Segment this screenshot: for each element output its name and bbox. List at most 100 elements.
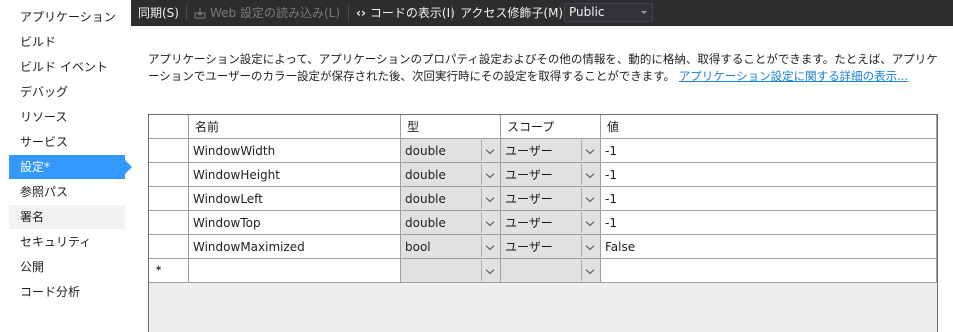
new-setting-type-combo[interactable]	[401, 259, 501, 283]
setting-scope-combo[interactable]: ユーザー	[501, 235, 601, 259]
view-code-label: コードの表示(I)	[369, 6, 455, 20]
sync-button-label: 同期(S)	[138, 6, 179, 20]
setting-value-cell[interactable]: -1	[601, 187, 937, 211]
chevron-down-icon[interactable]	[581, 260, 599, 281]
sidebar-item-label: セキュリティ	[20, 235, 92, 249]
sidebar-item-resources[interactable]: リソース	[9, 105, 125, 129]
setting-name-cell[interactable]: WindowMaximized	[189, 235, 401, 259]
chevron-down-icon	[641, 11, 647, 14]
setting-scope-value: ユーザー	[505, 144, 553, 158]
setting-value-cell[interactable]: -1	[601, 163, 937, 187]
setting-type-combo[interactable]: double	[401, 187, 501, 211]
setting-scope-value: ユーザー	[505, 192, 553, 206]
sidebar-item-label: ビルド イベント	[20, 60, 108, 74]
chevron-down-icon[interactable]	[481, 260, 499, 281]
setting-name-cell[interactable]: WindowLeft	[189, 187, 401, 211]
sidebar-item-label: リソース	[20, 110, 68, 124]
setting-scope-combo[interactable]: ユーザー	[501, 211, 601, 235]
setting-name-cell[interactable]: WindowTop	[189, 211, 401, 235]
setting-name-cell[interactable]: WindowWidth	[189, 139, 401, 163]
chevron-down-icon[interactable]	[581, 212, 599, 233]
setting-value-cell[interactable]: -1	[601, 211, 937, 235]
table-row: WindowTop double ユーザー -1	[149, 211, 937, 235]
setting-type-value: double	[405, 168, 446, 182]
setting-scope-value: ユーザー	[505, 216, 553, 230]
column-header-value[interactable]: 値	[601, 115, 937, 139]
chevron-down-icon[interactable]	[481, 140, 499, 161]
sidebar: アプリケーション ビルド ビルド イベント デバッグ リソース サービス 設定*…	[0, 0, 132, 332]
setting-type-combo[interactable]: double	[401, 163, 501, 187]
sync-button[interactable]: 同期(S)	[138, 0, 179, 26]
load-web-settings-button[interactable]: Web 設定の読み込み(L)	[194, 0, 340, 26]
sidebar-item-signing[interactable]: 署名	[9, 205, 125, 229]
sidebar-item-label: 参照パス	[20, 185, 69, 199]
chevron-down-icon[interactable]	[581, 140, 599, 161]
sidebar-item-services[interactable]: サービス	[9, 130, 125, 154]
setting-type-value: bool	[405, 240, 431, 254]
setting-type-value: double	[405, 216, 446, 230]
setting-type-value: double	[405, 192, 446, 206]
sidebar-item-label: 署名	[20, 210, 45, 224]
setting-value-cell[interactable]: False	[601, 235, 937, 259]
settings-description: アプリケーション設定によって、アプリケーションのプロパティ設定およびその他の情報…	[148, 51, 938, 85]
toolbar-separator	[348, 5, 349, 21]
setting-scope-value: ユーザー	[505, 240, 553, 254]
sidebar-item-application[interactable]: アプリケーション	[9, 5, 125, 29]
new-row-marker[interactable]: *	[149, 259, 189, 283]
sidebar-item-label: デバッグ	[20, 85, 69, 99]
table-row: WindowMaximized bool ユーザー False	[149, 235, 937, 259]
settings-grid: 名前 型 スコープ 値 WindowWidth double ユーザー -1 W…	[148, 114, 938, 332]
sidebar-item-build[interactable]: ビルド	[9, 30, 125, 54]
new-setting-name-cell[interactable]	[189, 259, 401, 283]
sidebar-item-code-analysis[interactable]: コード分析	[9, 280, 125, 304]
chevron-down-icon[interactable]	[481, 212, 499, 233]
row-header[interactable]	[149, 163, 189, 187]
setting-scope-combo[interactable]: ユーザー	[501, 139, 601, 163]
access-modifier-label: アクセス修飾子(M):	[460, 6, 568, 20]
access-modifier-select[interactable]: Public	[564, 3, 653, 22]
table-row: WindowHeight double ユーザー -1	[149, 163, 937, 187]
sidebar-item-label: 設定*	[20, 160, 51, 174]
toolbar-separator	[186, 5, 187, 21]
row-header[interactable]	[149, 139, 189, 163]
chevron-down-icon[interactable]	[581, 164, 599, 185]
chevron-down-icon[interactable]	[481, 188, 499, 209]
chevron-down-icon[interactable]	[581, 188, 599, 209]
row-header[interactable]	[149, 187, 189, 211]
setting-value-cell[interactable]: -1	[601, 139, 937, 163]
chevron-down-icon[interactable]	[481, 164, 499, 185]
sidebar-item-label: サービス	[20, 135, 69, 149]
column-header-name[interactable]: 名前	[189, 115, 401, 139]
toolbar-separator	[451, 5, 452, 21]
setting-scope-value: ユーザー	[505, 168, 553, 182]
setting-scope-combo[interactable]: ユーザー	[501, 163, 601, 187]
code-icon: ‹›	[356, 6, 366, 20]
sidebar-item-label: アプリケーション	[20, 10, 116, 24]
setting-type-combo[interactable]: bool	[401, 235, 501, 259]
sidebar-item-settings[interactable]: 設定*	[9, 155, 132, 179]
column-header-type[interactable]: 型	[401, 115, 501, 139]
chevron-down-icon[interactable]	[581, 236, 599, 257]
sidebar-item-publish[interactable]: 公開	[9, 255, 125, 279]
column-header-scope[interactable]: スコープ	[501, 115, 601, 139]
new-setting-scope-combo[interactable]	[501, 259, 601, 283]
setting-type-combo[interactable]: double	[401, 139, 501, 163]
learn-more-link[interactable]: アプリケーション設定に関する詳細の表示...	[679, 69, 908, 83]
sidebar-item-label: 公開	[20, 260, 45, 274]
sidebar-item-label: ビルド	[20, 35, 57, 49]
setting-type-combo[interactable]: double	[401, 211, 501, 235]
load-web-icon	[194, 8, 206, 19]
sidebar-item-build-events[interactable]: ビルド イベント	[9, 55, 125, 79]
sidebar-item-reference-paths[interactable]: 参照パス	[9, 180, 125, 204]
row-header[interactable]	[149, 211, 189, 235]
new-setting-value-cell[interactable]	[601, 259, 937, 283]
view-code-button[interactable]: ‹› コードの表示(I)	[356, 0, 455, 26]
setting-scope-combo[interactable]: ユーザー	[501, 187, 601, 211]
setting-name-cell[interactable]: WindowHeight	[189, 163, 401, 187]
sidebar-item-debug[interactable]: デバッグ	[9, 80, 125, 104]
row-header-corner	[149, 115, 189, 139]
settings-toolbar: 同期(S) Web 設定の読み込み(L) ‹› コードの表示(I) アクセス修飾子…	[131, 0, 953, 26]
row-header[interactable]	[149, 235, 189, 259]
sidebar-item-security[interactable]: セキュリティ	[9, 230, 125, 254]
chevron-down-icon[interactable]	[481, 236, 499, 257]
